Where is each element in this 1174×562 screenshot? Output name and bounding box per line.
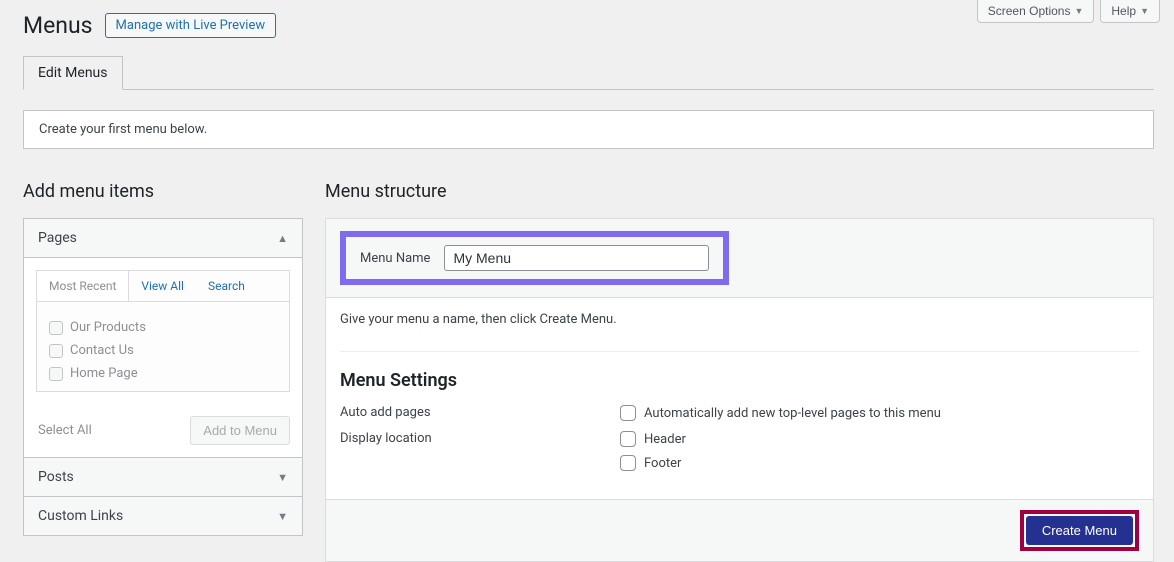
page-item-label: Contact Us (70, 343, 134, 358)
notice-message: Create your first menu below. (23, 110, 1154, 149)
accordion-posts-header[interactable]: Posts ▼ (24, 457, 302, 496)
accordion-custom-links-label: Custom Links (38, 508, 123, 524)
accordion-pages-label: Pages (38, 230, 77, 246)
auto-add-option-label: Automatically add new top-level pages to… (644, 406, 941, 421)
checkbox-icon[interactable] (620, 431, 636, 447)
chevron-down-icon: ▼ (1140, 6, 1149, 16)
create-menu-button[interactable]: Create Menu (1026, 516, 1133, 545)
checkbox-icon[interactable] (620, 455, 636, 471)
select-all-link[interactable]: Select All (36, 423, 92, 438)
live-preview-button[interactable]: Manage with Live Preview (105, 13, 277, 38)
checkbox-icon[interactable] (49, 321, 63, 335)
menu-name-highlight: Menu Name (340, 231, 729, 285)
help-button[interactable]: Help ▼ (1100, 0, 1160, 23)
instruction-text: Give your menu a name, then click Create… (340, 312, 1139, 327)
location-footer-option[interactable]: Footer (620, 455, 686, 471)
add-to-menu-button[interactable]: Add to Menu (190, 416, 290, 445)
screen-options-button[interactable]: Screen Options ▼ (977, 0, 1095, 23)
auto-add-option[interactable]: Automatically add new top-level pages to… (620, 405, 941, 421)
menu-edit-panel: Menu Name Give your menu a name, then cl… (325, 218, 1154, 562)
location-footer-label: Footer (644, 456, 681, 471)
page-title: Menus (23, 12, 93, 39)
location-header-option[interactable]: Header (620, 431, 686, 447)
tab-edit-menus[interactable]: Edit Menus (23, 56, 123, 90)
screen-options-label: Screen Options (988, 4, 1071, 18)
page-item-label: Home Page (70, 366, 138, 381)
menu-name-input[interactable] (444, 245, 709, 271)
nav-tabs: Edit Menus (23, 55, 1154, 90)
menu-name-label: Menu Name (360, 251, 430, 266)
divider (340, 351, 1139, 352)
chevron-up-icon: ▲ (277, 232, 288, 245)
menu-structure-heading: Menu structure (325, 181, 1154, 202)
page-item-label: Our Products (70, 320, 146, 335)
accordion-posts-label: Posts (38, 469, 74, 485)
page-item[interactable]: Contact Us (49, 339, 277, 362)
menu-settings-heading: Menu Settings (340, 370, 1139, 391)
page-item[interactable]: Home Page (49, 362, 277, 385)
location-header-label: Header (644, 432, 686, 447)
auto-add-label: Auto add pages (340, 405, 620, 421)
help-label: Help (1111, 4, 1136, 18)
create-menu-highlight: Create Menu (1020, 510, 1139, 551)
checkbox-icon[interactable] (49, 367, 63, 381)
add-menu-items-heading: Add menu items (23, 181, 303, 202)
accordion: Pages ▲ Most Recent View All Search Our … (23, 218, 303, 536)
chevron-down-icon: ▼ (277, 471, 288, 484)
checkbox-icon[interactable] (49, 344, 63, 358)
accordion-custom-links-header[interactable]: Custom Links ▼ (24, 496, 302, 535)
inner-tab-view-all[interactable]: View All (129, 271, 196, 301)
inner-tab-search[interactable]: Search (196, 271, 257, 301)
accordion-pages-body: Most Recent View All Search Our Products… (24, 258, 302, 457)
checkbox-icon[interactable] (620, 405, 636, 421)
chevron-down-icon: ▼ (277, 510, 288, 523)
chevron-down-icon: ▼ (1074, 6, 1083, 16)
display-location-label: Display location (340, 431, 620, 471)
accordion-pages-header[interactable]: Pages ▲ (24, 219, 302, 258)
page-item[interactable]: Our Products (49, 316, 277, 339)
inner-tab-most-recent[interactable]: Most Recent (37, 271, 129, 301)
